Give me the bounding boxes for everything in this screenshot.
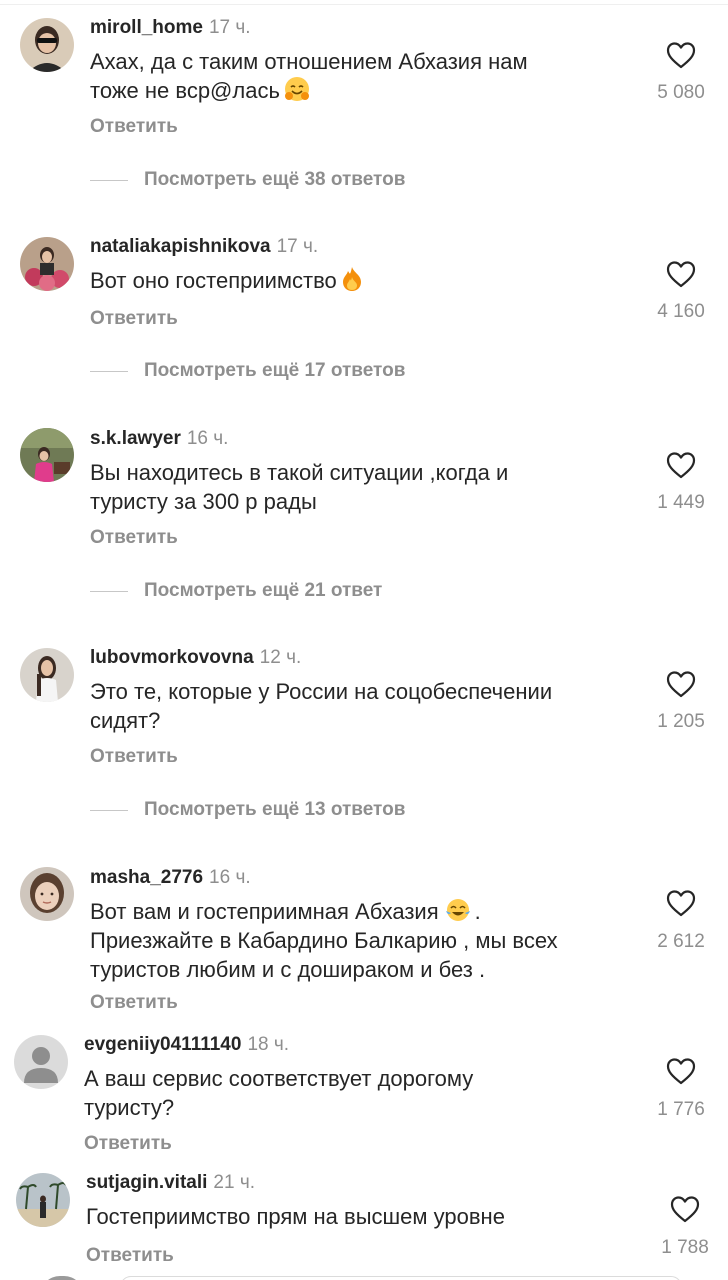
heart-outline-icon[interactable]	[666, 451, 696, 479]
divider	[90, 179, 128, 181]
reply-button[interactable]: Ответить	[90, 308, 178, 330]
comment-line: Это те, которые у России на соцобеспечен…	[90, 679, 553, 704]
comment-text: Это те, которые у России на соцобеспечен…	[90, 677, 630, 735]
comment-line: сидят?	[90, 708, 161, 733]
timestamp: 18 ч.	[247, 1034, 290, 1055]
comment-text: Вот вам и гостеприимная Абхазия. Приезжа…	[90, 897, 630, 984]
comment-text: Ахах, да с таким отношением Абхазия нам …	[90, 47, 630, 105]
heart-outline-icon[interactable]	[666, 1057, 696, 1085]
divider	[90, 809, 128, 811]
avatar	[40, 1276, 84, 1280]
heart-outline-icon[interactable]	[666, 260, 696, 288]
heart-outline-icon[interactable]	[670, 1195, 700, 1223]
tears-of-joy-emoji-icon	[445, 899, 470, 921]
reply-button[interactable]: Ответить	[86, 1245, 174, 1267]
comment-text: Вот оно гостеприимство	[90, 266, 630, 295]
reply-button[interactable]: Ответить	[90, 746, 178, 768]
username[interactable]: lubovmorkovovna	[90, 647, 254, 668]
comment-text: Гостеприимство прям на высшем уровне	[86, 1202, 626, 1231]
view-more-label: Посмотреть ещё 38 ответов	[144, 169, 406, 190]
heart-outline-icon[interactable]	[666, 670, 696, 698]
timestamp: 17 ч.	[208, 17, 251, 38]
comment-meta: lubovmorkovovna 12 ч.	[90, 647, 301, 669]
avatar[interactable]	[16, 1173, 70, 1227]
view-more-replies[interactable]: Посмотреть ещё 38 ответов	[90, 169, 405, 191]
avatar[interactable]	[20, 237, 74, 291]
like-count: 1 776	[657, 1099, 705, 1120]
comment-line: А ваш сервис соответствует дорогому	[84, 1066, 474, 1091]
comment-text: Вы находитесь в такой ситуации ,когда и …	[90, 458, 630, 516]
view-more-label: Посмотреть ещё 13 ответов	[144, 799, 406, 820]
comment-meta: miroll_home 17 ч.	[90, 17, 251, 39]
comments-screen: miroll_home 17 ч. Ахах, да с таким отноше…	[0, 0, 728, 1280]
like-count: 1 449	[657, 492, 705, 513]
comment-line: Вот оно гостеприимство	[90, 268, 337, 293]
reply-button[interactable]: Ответить	[84, 1133, 172, 1155]
timestamp: 21 ч.	[213, 1172, 256, 1193]
comment-line: Гостеприимство прям на высшем уровне	[86, 1204, 505, 1229]
avatar[interactable]	[20, 648, 74, 702]
heart-outline-icon[interactable]	[666, 889, 696, 917]
comment-meta: nataliakapishnikova 17 ч.	[90, 236, 318, 258]
hugging-face-emoji-icon	[284, 77, 309, 101]
heart-outline-icon[interactable]	[666, 41, 696, 69]
avatar[interactable]	[20, 867, 74, 921]
divider	[0, 4, 728, 5]
like-count: 4 160	[657, 301, 705, 322]
like-count: 1 205	[657, 711, 705, 732]
comment-line: тоже не вср@лась	[90, 78, 280, 103]
timestamp: 16 ч.	[186, 428, 229, 449]
username[interactable]: masha_2776	[90, 867, 203, 888]
comment-line: туристу за 300 р рады	[90, 489, 317, 514]
username[interactable]: evgeniiy04111140	[84, 1034, 241, 1055]
timestamp: 12 ч.	[259, 647, 302, 668]
view-more-replies[interactable]: Посмотреть ещё 13 ответов	[90, 799, 405, 821]
view-more-label: Посмотреть ещё 17 ответов	[144, 360, 406, 381]
username[interactable]: nataliakapishnikova	[90, 236, 271, 257]
avatar[interactable]	[20, 18, 74, 72]
username[interactable]: s.k.lawyer	[90, 428, 181, 449]
comment-line: туристу?	[84, 1095, 175, 1120]
comment-line: туристов любим и с дошираком и без .	[90, 957, 486, 982]
view-more-replies[interactable]: Посмотреть ещё 21 ответ	[90, 580, 382, 602]
avatar[interactable]	[14, 1035, 68, 1089]
like-count: 2 612	[657, 931, 705, 952]
view-more-label: Посмотреть ещё 21 ответ	[144, 580, 383, 601]
comment-meta: masha_2776 16 ч.	[90, 867, 251, 889]
timestamp: 16 ч.	[209, 867, 251, 888]
comment-meta: s.k.lawyer 16 ч.	[90, 428, 228, 450]
divider	[90, 590, 128, 592]
like-count: 5 080	[657, 82, 705, 103]
comment-line: Вот вам и гостеприимная Абхазия	[90, 899, 439, 924]
timestamp: 17 ч.	[276, 236, 319, 257]
like-count: 1 788	[661, 1237, 709, 1258]
username[interactable]: sutjagin.vitali	[86, 1172, 207, 1193]
reply-button[interactable]: Ответить	[90, 992, 178, 1014]
comment-line: Ахах, да с таким отношением Абхазия нам	[90, 49, 528, 74]
divider	[90, 370, 128, 372]
avatar[interactable]	[20, 428, 74, 482]
comment-composer-partial	[0, 1274, 728, 1280]
view-more-replies[interactable]: Посмотреть ещё 17 ответов	[90, 360, 405, 382]
reply-button[interactable]: Ответить	[90, 527, 178, 549]
comment-meta: sutjagin.vitali 21 ч.	[86, 1172, 255, 1194]
person-icon	[14, 1035, 68, 1089]
username[interactable]: miroll_home	[90, 17, 203, 38]
comment-text: А ваш сервис соответствует дорогому тури…	[84, 1064, 624, 1122]
reply-button[interactable]: Ответить	[90, 116, 178, 138]
comment-line: Приезжайте в Кабардино Балкарию , мы все…	[90, 928, 558, 953]
comment-input[interactable]	[120, 1276, 682, 1280]
comment-meta: evgeniiy04111140 18 ч.	[84, 1034, 289, 1056]
fire-emoji-icon	[342, 267, 361, 291]
comment-line: Вы находитесь в такой ситуации ,когда и	[90, 460, 509, 485]
